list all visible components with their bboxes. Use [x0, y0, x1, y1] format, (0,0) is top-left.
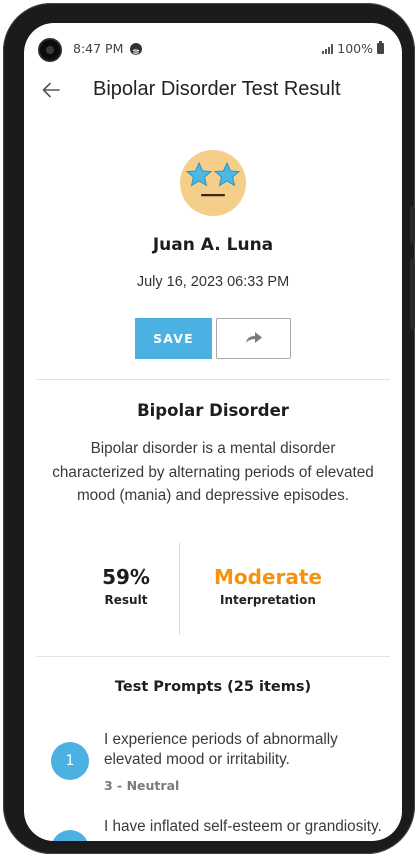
result-value: 59%	[102, 565, 150, 589]
prompt-number-badge: 1	[51, 742, 89, 780]
prompt-number-badge: 2	[51, 830, 89, 841]
volume-button	[410, 206, 415, 244]
interpretation-value: Moderate	[213, 565, 322, 589]
result-divider	[179, 543, 180, 635]
arrow-left-icon[interactable]	[40, 79, 62, 101]
star-struck-emoji-avatar	[179, 149, 247, 217]
status-indicators: 100%	[322, 41, 384, 56]
divider	[36, 656, 390, 657]
spotify-icon	[130, 43, 142, 55]
divider	[36, 379, 390, 380]
user-name: Juan A. Luna	[152, 235, 274, 255]
save-button[interactable]: SAVE	[135, 318, 212, 359]
result-block: 59% Result	[81, 565, 171, 607]
phone-frame: 8:47 PM 100% Bipolar Disorder Test Resul…	[3, 3, 415, 854]
share-button[interactable]	[216, 318, 291, 359]
page-title: Bipolar Disorder Test Result	[93, 78, 341, 100]
prompt-text: I experience periods of abnormally eleva…	[104, 731, 338, 768]
power-button	[410, 259, 415, 329]
disorder-title: Bipolar Disorder	[137, 401, 289, 420]
prompt-text: I have inflated self-esteem or grandiosi…	[104, 818, 382, 835]
battery-percent: 100%	[337, 41, 373, 56]
result-label: Result	[104, 593, 148, 607]
battery-icon	[377, 41, 384, 54]
disorder-description: Bipolar disorder is a mental disorder ch…	[52, 440, 374, 504]
interpretation-block: Moderate Interpretation	[189, 565, 347, 607]
share-arrow-icon	[244, 329, 264, 349]
prompts-title: Test Prompts (25 items)	[114, 679, 312, 695]
status-time: 8:47 PM	[73, 41, 124, 56]
status-bar: 8:47 PM 100%	[24, 23, 402, 62]
app-header: Bipolar Disorder Test Result	[24, 71, 402, 111]
signal-icon	[322, 43, 334, 54]
screen: 8:47 PM 100% Bipolar Disorder Test Resul…	[24, 23, 402, 841]
front-camera	[38, 38, 62, 62]
prompt-answer: 3 - Neutral	[104, 778, 180, 793]
test-date: July 16, 2023 06:33 PM	[136, 274, 290, 290]
interpretation-label: Interpretation	[220, 593, 316, 607]
